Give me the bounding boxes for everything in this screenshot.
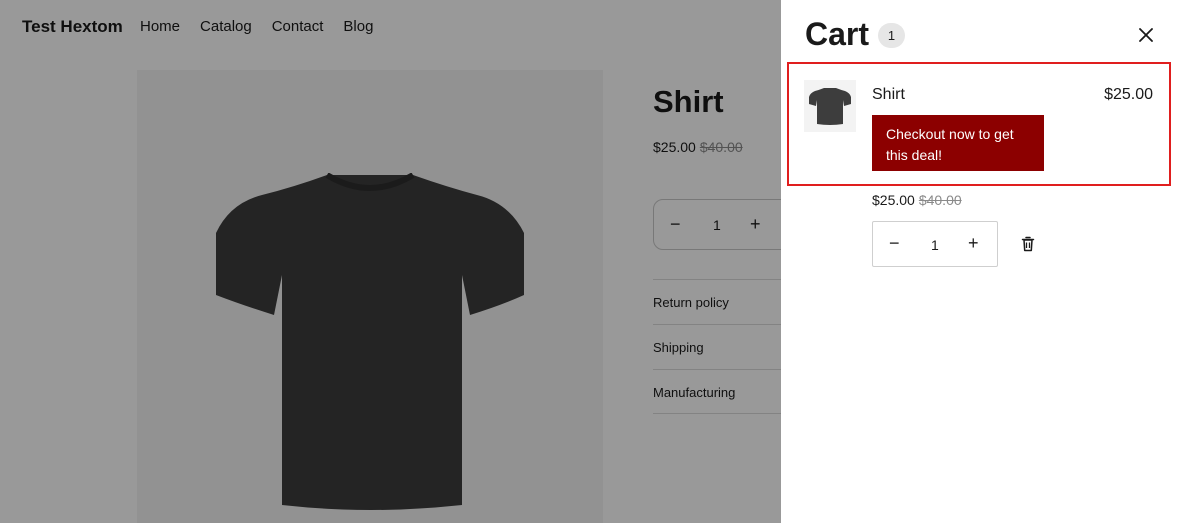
promo-message: Checkout now to get this deal! <box>872 115 1044 171</box>
cart-drawer: Cart 1 Shirt $25.00 Checkout now to get … <box>781 0 1177 523</box>
cart-item-line-price: $25.00 <box>1104 86 1153 103</box>
cart-item-prices: $25.00 $40.00 <box>872 192 962 208</box>
cart-count-badge: 1 <box>878 23 905 48</box>
cart-quantity-value[interactable]: 1 <box>931 237 939 253</box>
page: Test Hextom Home Catalog Contact Blog Sh… <box>0 0 1177 523</box>
cart-title: Cart <box>805 16 870 52</box>
trash-icon[interactable] <box>1020 236 1036 252</box>
close-icon[interactable] <box>1136 25 1156 45</box>
cart-item-name[interactable]: Shirt <box>872 86 905 104</box>
cart-item-price: $25.00 <box>872 192 915 208</box>
cart-plus-icon[interactable]: + <box>968 233 979 254</box>
cart-item-thumbnail[interactable] <box>804 80 856 132</box>
drawer-overlay[interactable] <box>0 0 781 523</box>
cart-minus-icon[interactable]: − <box>889 233 900 254</box>
cart-item-compare-price: $40.00 <box>918 192 962 208</box>
cart-quantity-stepper: − 1 + <box>872 221 998 267</box>
